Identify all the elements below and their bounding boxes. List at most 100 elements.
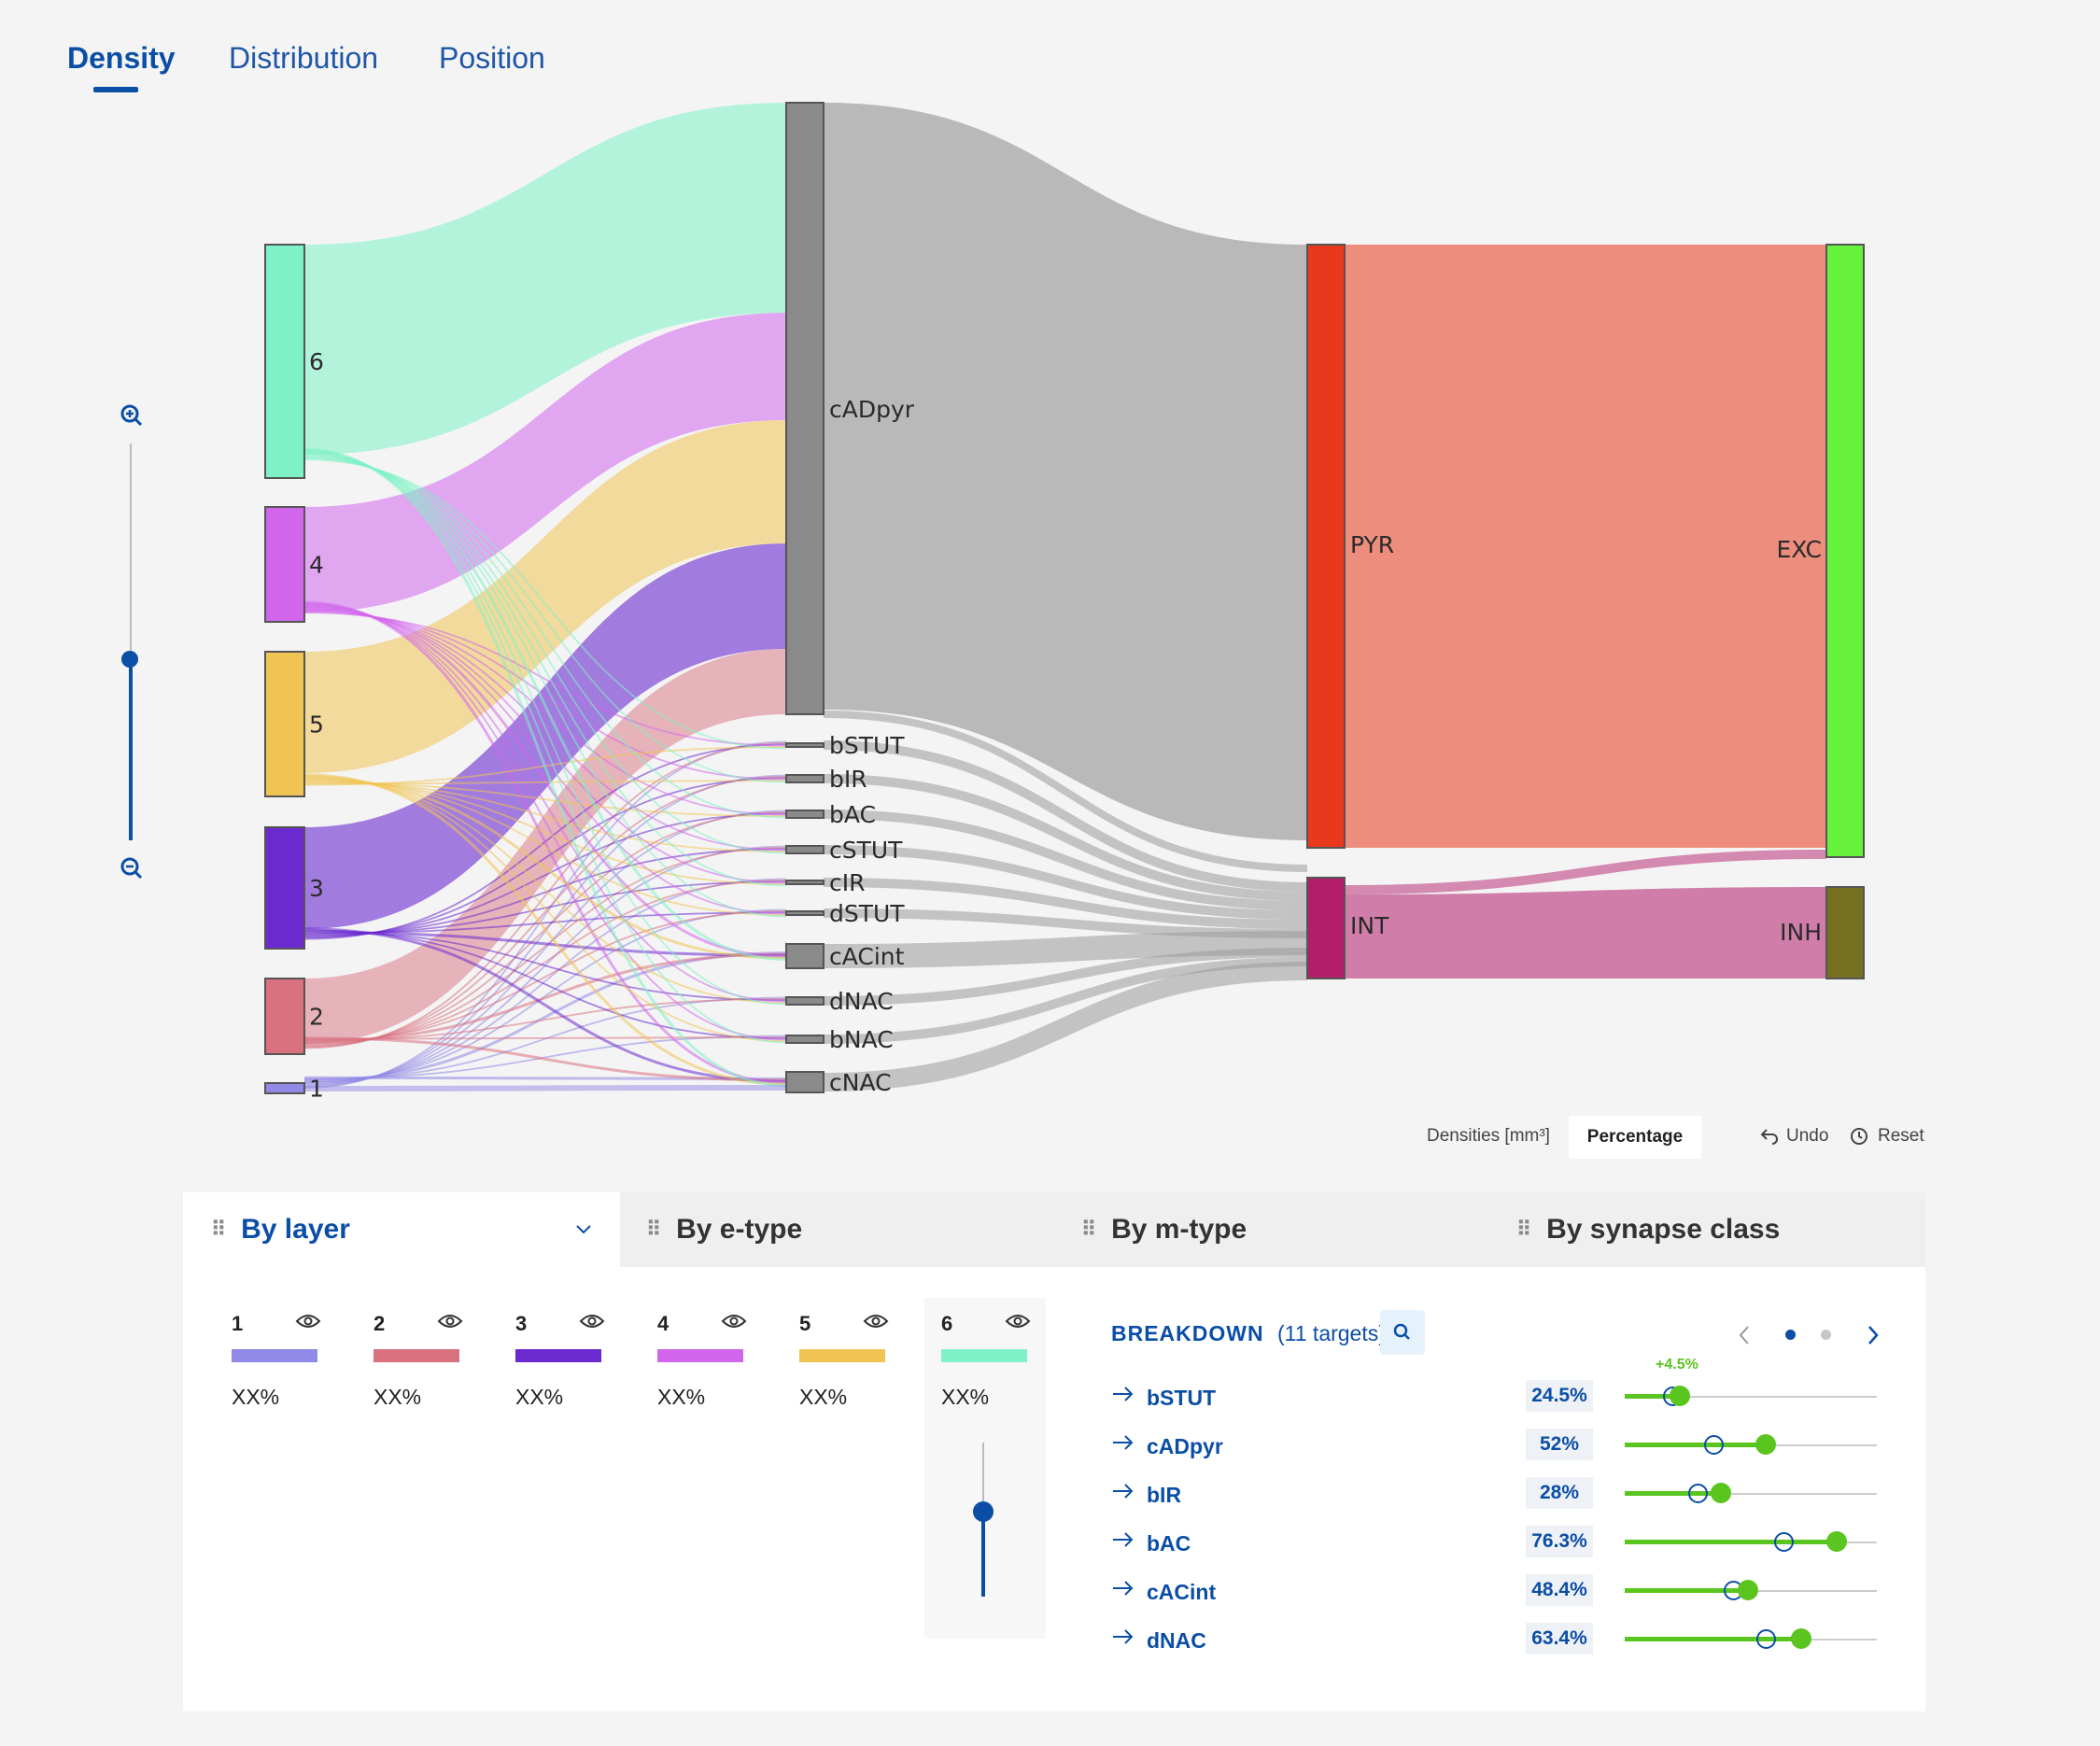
breakdown-header: BREAKDOWN (11 targets) — [1111, 1321, 1386, 1346]
breakdown-search-button[interactable] — [1380, 1310, 1425, 1355]
mtype-node-int — [1306, 877, 1346, 979]
breakdown-slider-knob[interactable] — [1755, 1434, 1777, 1455]
breakdown-slider-fill — [1625, 1443, 1767, 1447]
layer-item[interactable]: 3 XX% — [515, 1312, 605, 1409]
layer-color-swatch — [232, 1349, 317, 1362]
breakdown-target-name[interactable]: cADpyr — [1147, 1434, 1223, 1459]
breakdown-target-name[interactable]: dNAC — [1147, 1628, 1206, 1654]
breakdown-target-name[interactable]: bAC — [1147, 1531, 1191, 1556]
breakdown-value: 76.3% — [1526, 1526, 1593, 1557]
layer-node-label: 6 — [309, 348, 324, 375]
layer-6-slider-fill — [981, 1512, 985, 1597]
breakdown-value: 52% — [1526, 1429, 1593, 1460]
chevron-left-icon[interactable] — [1737, 1324, 1752, 1346]
layer-node — [264, 978, 305, 1055]
arrow-right-icon — [1113, 1484, 1134, 1499]
layer-value: XX% — [232, 1385, 280, 1409]
etype-node — [785, 742, 824, 748]
breakdown-row[interactable]: bSTUT 24.5% — [1111, 1380, 1886, 1417]
breakdown-slider-knob[interactable] — [1738, 1580, 1759, 1600]
eye-icon[interactable] — [437, 1312, 463, 1331]
flow-int-inh — [1345, 887, 1826, 979]
chevron-down-icon[interactable] — [575, 1224, 592, 1235]
layer-node-label: 3 — [309, 875, 324, 902]
breakdown-slider-knob[interactable] — [1670, 1386, 1691, 1406]
breakdown-value: 28% — [1526, 1477, 1593, 1509]
layer-number: 4 — [657, 1312, 669, 1335]
drag-handle-icon[interactable]: ⠿ — [1081, 1218, 1096, 1242]
mtype-node-pyr — [1306, 244, 1346, 849]
panel-tab-by-etype[interactable]: ⠿ By e-type — [646, 1192, 802, 1267]
sankey-diagram: 1 2 3 4 5 6 cADpyr bSTUT bIR bAC cSTUT cIR dSTUT cACi… — [264, 102, 1865, 1103]
etype-node-label: cADpyr — [829, 396, 915, 423]
layer-color-swatch — [515, 1349, 601, 1362]
undo-button[interactable]: Undo — [1760, 1126, 1828, 1147]
etype-node — [785, 996, 824, 1006]
etype-node-label: cIR — [829, 869, 866, 896]
breakdown-slider-knob[interactable] — [1791, 1628, 1811, 1649]
layer-node-label: 2 — [309, 1004, 324, 1031]
etype-node — [785, 1035, 824, 1044]
undo-icon — [1760, 1129, 1778, 1145]
breakdown-slider-fill — [1625, 1540, 1837, 1544]
class-node-inh — [1825, 886, 1865, 979]
chevron-right-icon[interactable] — [1866, 1324, 1881, 1346]
breakdown-targets-count: (11 targets) — [1277, 1321, 1386, 1345]
breakdown-original-marker — [1688, 1484, 1709, 1503]
layer-color-swatch — [657, 1349, 743, 1362]
etype-node-label: bAC — [829, 801, 876, 828]
layer-item[interactable]: 2 XX% — [373, 1312, 463, 1409]
layer-color-swatch — [941, 1349, 1027, 1362]
panel-tab-by-synapse-class[interactable]: ⠿ By synapse class — [1516, 1192, 1780, 1267]
etype-node-label: cNAC — [829, 1069, 892, 1096]
breakdown-target-name[interactable]: cACint — [1147, 1580, 1216, 1605]
etype-node-label: bIR — [829, 766, 867, 793]
breakdown-target-name[interactable]: bIR — [1147, 1483, 1181, 1508]
layer-item[interactable]: 6 XX% — [941, 1312, 1031, 1409]
flow-layer1-cnac — [304, 1085, 786, 1091]
pager-dot[interactable] — [1821, 1330, 1831, 1340]
etype-node — [785, 1071, 824, 1093]
breakdown-row[interactable]: dNAC 63.4% — [1111, 1623, 1886, 1660]
eye-icon[interactable] — [295, 1312, 321, 1331]
breakdown-slider-knob[interactable] — [1825, 1531, 1847, 1552]
drag-handle-icon[interactable]: ⠿ — [1516, 1218, 1531, 1242]
layer-number: 2 — [373, 1312, 386, 1335]
eye-icon[interactable] — [1005, 1312, 1031, 1331]
layer-item[interactable]: 4 XX% — [657, 1312, 747, 1409]
etype-node-label: bSTUT — [829, 732, 905, 759]
layer-color-swatch — [799, 1349, 885, 1362]
drag-handle-icon[interactable]: ⠿ — [646, 1218, 661, 1242]
panel-tab-label: By m-type — [1111, 1214, 1247, 1245]
class-node-exc — [1825, 244, 1865, 858]
breakdown-target-name[interactable]: bSTUT — [1147, 1386, 1216, 1411]
eye-icon[interactable] — [721, 1312, 747, 1331]
layer-value: XX% — [657, 1385, 706, 1409]
reset-button[interactable]: Reset — [1850, 1126, 1924, 1147]
eye-icon[interactable] — [863, 1312, 889, 1331]
breakdown-row[interactable]: bAC 76.3% — [1111, 1526, 1886, 1563]
mtype-node-label: PYR — [1350, 531, 1394, 558]
breakdown-row[interactable]: cACint 48.4% — [1111, 1574, 1886, 1612]
breakdown-slider-knob[interactable] — [1710, 1483, 1731, 1503]
percentage-toggle[interactable]: Percentage — [1569, 1116, 1701, 1159]
layer-node — [264, 826, 305, 950]
pager-dot-active[interactable] — [1785, 1330, 1796, 1340]
layer-item[interactable]: 1 XX% — [232, 1312, 321, 1409]
layer-node — [264, 651, 305, 797]
panel-tab-by-mtype[interactable]: ⠿ By m-type — [1081, 1192, 1247, 1267]
densities-toggle[interactable]: Densities [mm³] — [1427, 1126, 1550, 1147]
layer-item[interactable]: 5 XX% — [799, 1312, 889, 1409]
breakdown-original-marker — [1774, 1532, 1795, 1552]
drag-handle-icon[interactable]: ⠿ — [211, 1218, 226, 1242]
arrow-right-icon — [1113, 1629, 1134, 1644]
layer-color-swatch — [373, 1349, 459, 1362]
eye-icon[interactable] — [579, 1312, 605, 1331]
breakdown-row[interactable]: bIR 28% — [1111, 1477, 1886, 1514]
etype-node-label: bNAC — [829, 1026, 894, 1053]
etype-node — [785, 845, 824, 854]
panel-tab-by-layer[interactable]: ⠿ By layer — [183, 1192, 620, 1267]
history-icon — [1851, 1128, 1867, 1145]
breakdown-row[interactable]: cADpyr 52% — [1111, 1429, 1886, 1466]
etype-node-label: dNAC — [829, 988, 894, 1015]
